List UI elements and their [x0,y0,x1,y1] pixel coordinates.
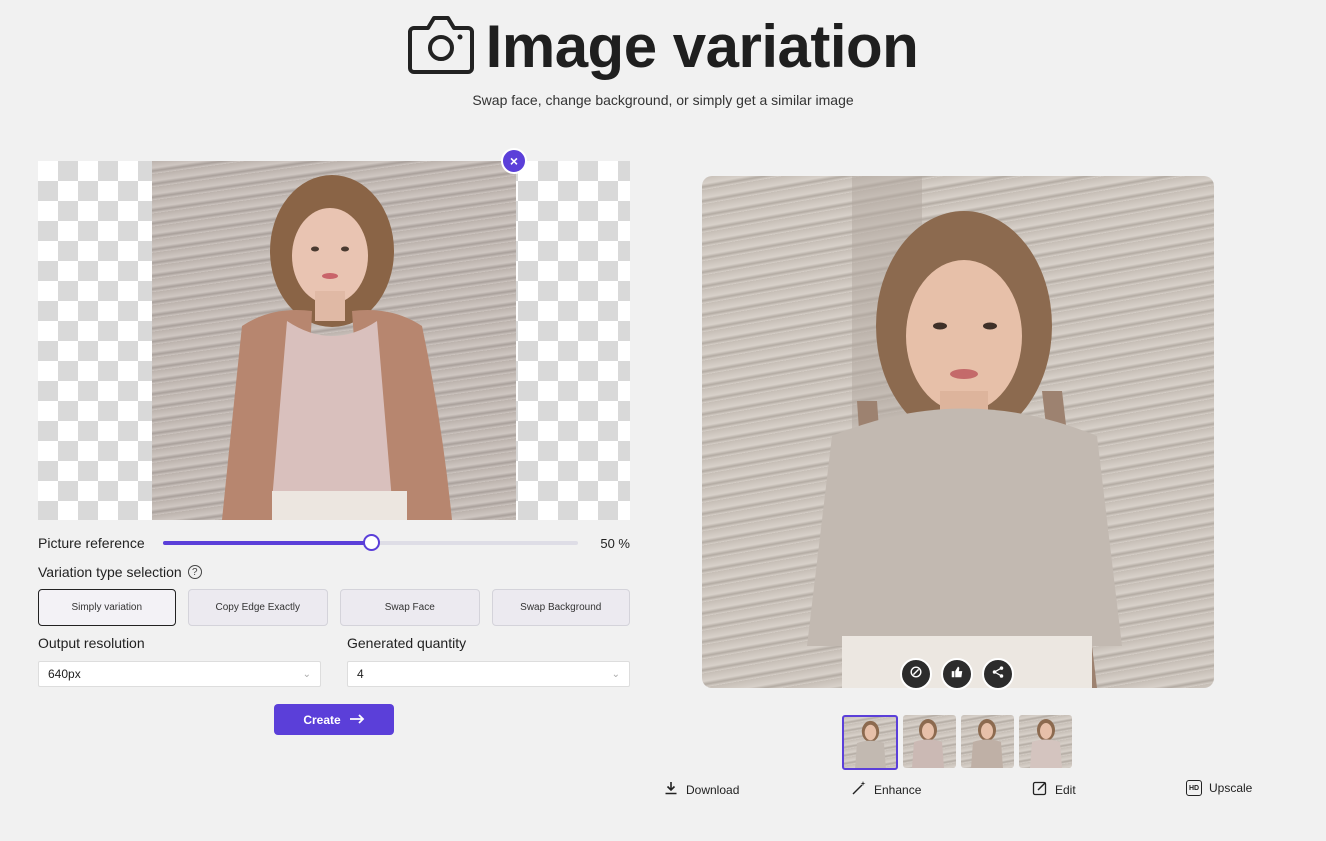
result-actions [900,658,1014,690]
page-header: Image variation Swap face, change backgr… [0,12,1326,108]
generated-quantity-select[interactable]: 4 ⌄ [347,661,630,687]
output-resolution-value: 640px [48,667,81,681]
edit-label: Edit [1055,782,1076,797]
result-thumbnail[interactable] [903,715,956,768]
reference-photo [152,161,516,520]
chevron-down-icon: ⌄ [302,668,311,680]
edit-icon [1032,780,1048,799]
create-button[interactable]: Create [274,704,394,735]
share-icon [991,665,1005,684]
slider-label: Picture reference [38,535,145,551]
slider-value: 50 % [600,535,630,551]
variation-type-label: Variation type selection [38,564,182,580]
variation-type-heading: Variation type selection ? [38,564,202,580]
remove-image-button[interactable]: × [501,148,527,174]
arrow-right-icon [349,713,365,727]
output-resolution-select[interactable]: 640px ⌄ [38,661,321,687]
page-subtitle: Swap face, change background, or simply … [472,92,854,108]
create-label: Create [303,712,341,727]
slider-fill [163,541,371,545]
download-icon [663,780,679,799]
title-row: Image variation [0,12,1326,82]
page-title: Image variation [485,13,919,80]
enhance-button[interactable]: Enhance [851,780,921,799]
like-button[interactable] [941,658,973,690]
regenerate-button[interactable] [900,658,932,690]
variation-type-options: Simply variation Copy Edge Exactly Swap … [38,589,630,626]
edit-button[interactable]: Edit [1032,780,1076,799]
result-thumbnail[interactable] [961,715,1014,768]
simply-variation-button[interactable]: Simply variation [38,589,176,626]
download-label: Download [686,782,740,797]
upscale-button[interactable]: HD Upscale [1186,780,1252,796]
camera-icon [407,14,474,81]
hd-icon: HD [1186,780,1202,796]
swap-background-button[interactable]: Swap Background [491,589,630,626]
output-resolution-label: Output resolution [38,635,145,651]
picture-reference-slider[interactable] [163,534,578,551]
picture-reference-slider-row: Picture reference 50 % [38,533,630,553]
help-icon[interactable]: ? [187,565,202,579]
thumbs-up-icon [950,665,964,684]
reference-image-area[interactable]: × [38,148,630,520]
magic-wand-icon [851,780,867,799]
generated-quantity-label: Generated quantity [347,635,467,651]
regenerate-icon [909,665,923,684]
share-button[interactable] [982,658,1014,690]
slider-thumb[interactable] [362,534,380,551]
copy-edge-exactly-button[interactable]: Copy Edge Exactly [187,589,328,626]
generated-quantity-value: 4 [357,667,364,681]
enhance-label: Enhance [874,782,922,797]
result-thumbnail[interactable] [1019,715,1072,768]
upscale-label: Upscale [1209,781,1253,795]
result-thumbnails [842,715,1072,770]
swap-face-button[interactable]: Swap Face [340,589,480,626]
download-button[interactable]: Download [663,780,739,799]
result-image[interactable] [702,176,1214,688]
result-thumbnail[interactable] [842,715,898,770]
chevron-down-icon: ⌄ [611,668,620,680]
